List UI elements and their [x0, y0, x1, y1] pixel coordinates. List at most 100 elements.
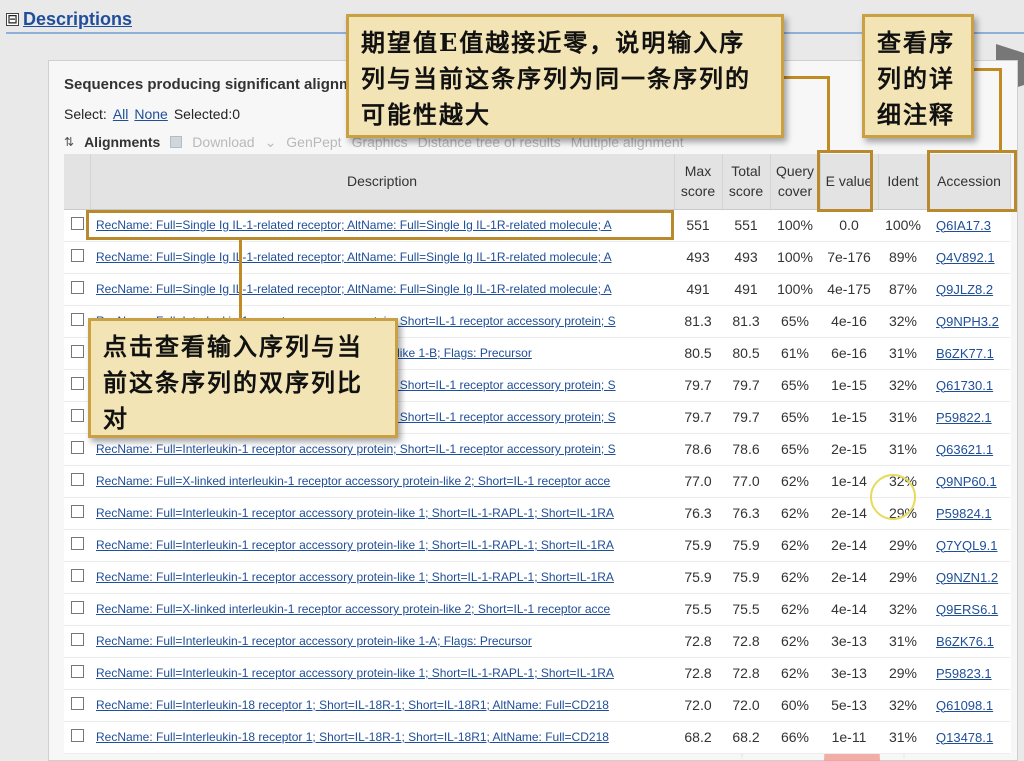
download-caret-icon[interactable]: ⌄	[265, 134, 277, 151]
accession-link[interactable]: Q13478.1	[928, 730, 993, 745]
table-row: RecName: Full=Interleukin-18 receptor 1;…	[64, 721, 1010, 754]
row-checkbox[interactable]	[70, 569, 84, 582]
row-checkbox[interactable]	[70, 409, 84, 422]
accession-link[interactable]: P59822.1	[928, 410, 992, 425]
row-checkbox[interactable]	[70, 345, 84, 358]
ident-cell: 31%	[878, 337, 928, 370]
alignments-button[interactable]: Alignments	[84, 134, 160, 150]
row-checkbox[interactable]	[70, 729, 84, 742]
accession-link[interactable]: B6ZK76.1	[928, 634, 994, 649]
accession-link[interactable]: Q63621.1	[928, 442, 993, 457]
row-checkbox[interactable]	[70, 537, 84, 550]
ident-cell: 87%	[878, 273, 928, 306]
row-checkbox-cell	[64, 657, 90, 690]
description-link[interactable]: RecName: Full=Single Ig IL-1-related rec…	[90, 282, 674, 296]
description-link[interactable]: RecName: Full=Interleukin-1 receptor acc…	[90, 538, 674, 552]
accession-link[interactable]: Q61098.1	[928, 698, 993, 713]
e-value-cell: 3e-13	[820, 657, 878, 690]
accession-link[interactable]: P59823.1	[928, 666, 992, 681]
accession-link[interactable]: Q9NPH3.2	[928, 314, 999, 329]
description-link[interactable]: RecName: Full=Interleukin-1 receptor acc…	[90, 634, 674, 648]
results-table: Description Max score Total score Query …	[64, 154, 1011, 754]
row-checkbox[interactable]	[70, 217, 84, 230]
total-score-cell: 72.8	[722, 657, 770, 690]
total-score-cell: 551	[722, 209, 770, 242]
row-checkbox[interactable]	[70, 313, 84, 326]
accession-header[interactable]: Accession	[928, 154, 1011, 210]
row-checkbox-cell	[64, 529, 90, 562]
table-row: RecName: Full=Single Ig IL-1-related rec…	[64, 273, 1010, 306]
description-cell: RecName: Full=Single Ig IL-1-related rec…	[90, 273, 674, 306]
row-checkbox[interactable]	[70, 473, 84, 486]
query-cover-cell: 60%	[770, 689, 820, 722]
description-link[interactable]: RecName: Full=Interleukin-1 receptor acc…	[90, 442, 674, 456]
row-checkbox-cell	[64, 497, 90, 530]
accession-link[interactable]: B6ZK77.1	[928, 346, 994, 361]
description-link[interactable]: RecName: Full=Interleukin-1 receptor acc…	[90, 506, 674, 520]
row-checkbox[interactable]	[70, 697, 84, 710]
row-checkbox[interactable]	[70, 505, 84, 518]
e-value-cell: 0.0	[820, 209, 878, 242]
collapse-toggle-icon[interactable]: ⊟	[6, 12, 19, 26]
row-checkbox[interactable]	[70, 281, 84, 294]
accession-link[interactable]: Q9NP60.1	[928, 474, 997, 489]
accession-link[interactable]: Q9ERS6.1	[928, 602, 998, 617]
max-score-cell: 493	[674, 241, 722, 274]
accession-cell: Q6IA17.3	[928, 209, 1010, 242]
ident-header[interactable]: Ident	[878, 154, 929, 210]
table-row: RecName: Full=Interleukin-1 receptor acc…	[64, 561, 1010, 594]
description-link[interactable]: RecName: Full=Interleukin-1 receptor acc…	[90, 666, 674, 680]
row-checkbox[interactable]	[70, 441, 84, 454]
accession-link[interactable]: Q9JLZ8.2	[928, 282, 993, 297]
accession-cell: B6ZK77.1	[928, 337, 1010, 370]
select-all-link[interactable]: All	[113, 106, 129, 122]
ident-cell: 29%	[878, 561, 928, 594]
max-score-header[interactable]: Max score	[674, 154, 723, 210]
download-icon	[170, 136, 183, 148]
download-button[interactable]: Download	[192, 134, 254, 150]
description-link[interactable]: RecName: Full=X-linked interleukin-1 rec…	[90, 474, 674, 488]
total-score-header[interactable]: Total score	[722, 154, 771, 210]
query-cover-cell: 61%	[770, 337, 820, 370]
accession-link[interactable]: Q7YQL9.1	[928, 538, 997, 553]
description-link[interactable]: RecName: Full=X-linked interleukin-1 rec…	[90, 602, 674, 616]
row-checkbox[interactable]	[70, 665, 84, 678]
e-value-cell: 1e-15	[820, 401, 878, 434]
query-cover-cell: 62%	[770, 497, 820, 530]
e-value-header[interactable]: E value	[820, 154, 879, 210]
query-cover-cell: 66%	[770, 721, 820, 754]
row-checkbox-cell	[64, 561, 90, 594]
max-score-cell: 81.3	[674, 305, 722, 338]
accession-link[interactable]: Q6IA17.3	[928, 218, 991, 233]
description-header[interactable]: Description	[90, 154, 675, 210]
accession-link[interactable]: Q4V892.1	[928, 250, 995, 265]
row-checkbox[interactable]	[70, 601, 84, 614]
description-link[interactable]: RecName: Full=Single Ig IL-1-related rec…	[90, 218, 674, 232]
row-checkbox[interactable]	[70, 633, 84, 646]
max-score-cell: 77.0	[674, 465, 722, 498]
select-none-link[interactable]: None	[134, 106, 167, 122]
accession-link[interactable]: Q61730.1	[928, 378, 993, 393]
max-score-cell: 72.8	[674, 625, 722, 658]
query-cover-cell: 100%	[770, 209, 820, 242]
accession-link[interactable]: Q9NZN1.2	[928, 570, 998, 585]
description-link[interactable]: RecName: Full=Interleukin-1 receptor acc…	[90, 570, 674, 584]
row-checkbox-cell	[64, 273, 90, 306]
table-row: RecName: Full=X-linked interleukin-1 rec…	[64, 593, 1010, 626]
row-checkbox[interactable]	[70, 377, 84, 390]
total-score-cell: 493	[722, 241, 770, 274]
e-value-cell: 6e-16	[820, 337, 878, 370]
e-value-cell: 2e-15	[820, 433, 878, 466]
descriptions-title[interactable]: Descriptions	[23, 9, 132, 30]
description-link[interactable]: RecName: Full=Interleukin-18 receptor 1;…	[90, 698, 674, 712]
query-cover-header[interactable]: Query cover	[770, 154, 821, 210]
genpept-link[interactable]: GenPept	[286, 134, 341, 150]
max-score-cell: 75.5	[674, 593, 722, 626]
description-link[interactable]: RecName: Full=Single Ig IL-1-related rec…	[90, 250, 674, 264]
row-checkbox-cell	[64, 721, 90, 754]
accession-link[interactable]: P59824.1	[928, 506, 992, 521]
description-cell: RecName: Full=Single Ig IL-1-related rec…	[90, 209, 674, 242]
description-link[interactable]: RecName: Full=Interleukin-18 receptor 1;…	[90, 730, 674, 744]
row-checkbox[interactable]	[70, 249, 84, 262]
ident-cell: 89%	[878, 241, 928, 274]
